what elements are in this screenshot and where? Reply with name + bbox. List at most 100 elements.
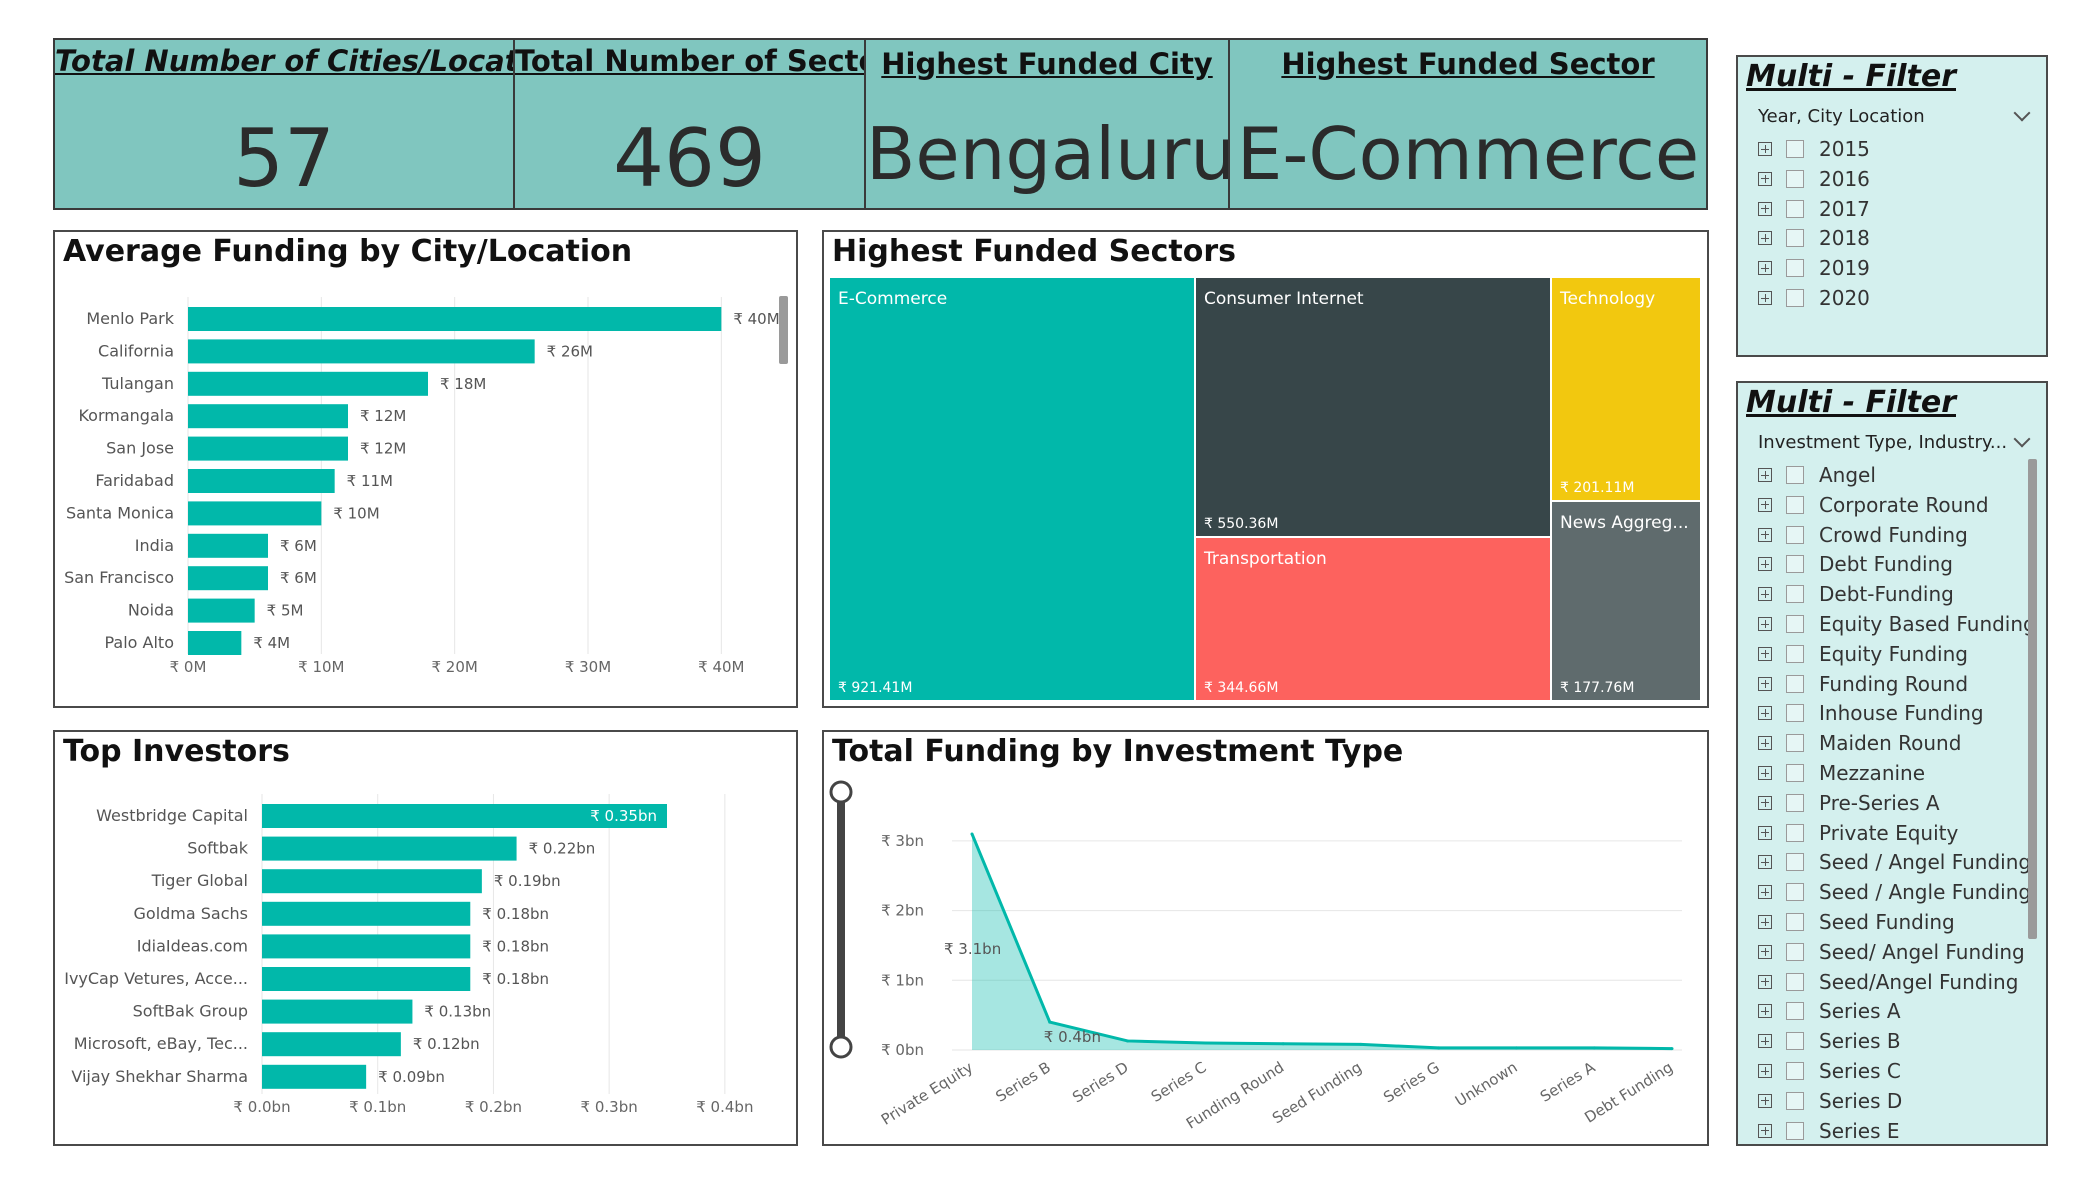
bar: [262, 836, 517, 861]
filter-item[interactable]: Pre-Series A: [1758, 788, 1940, 818]
checkbox[interactable]: [1786, 972, 1804, 991]
filter-item[interactable]: Angel: [1758, 460, 1876, 490]
filter-item[interactable]: Funding Round: [1758, 669, 1968, 699]
checkbox[interactable]: [1786, 615, 1804, 633]
checkbox[interactable]: [1786, 259, 1804, 278]
filter-item[interactable]: Series D: [1758, 1086, 1902, 1116]
chevron-down-icon[interactable]: [2013, 430, 2031, 448]
filter-item[interactable]: Maiden Round: [1758, 728, 1961, 758]
checkbox[interactable]: [1786, 793, 1804, 812]
expand-plus-icon[interactable]: [1758, 1064, 1772, 1078]
expand-plus-icon[interactable]: [1758, 766, 1772, 780]
expand-plus-icon[interactable]: [1758, 1123, 1772, 1138]
filter-item[interactable]: Equity Based Funding: [1758, 609, 2036, 639]
chevron-down-icon[interactable]: [2013, 104, 2031, 122]
filter-item[interactable]: Crowd Funding: [1758, 520, 1968, 550]
filter-item[interactable]: Debt Funding: [1758, 549, 1953, 579]
investment-type-chart[interactable]: ₹ 0bn ₹ 1bn ₹ 2bn ₹ 3bn ₹ 3.1bn Private Equit…: [824, 732, 1707, 1144]
expand-plus-icon[interactable]: [1758, 497, 1772, 512]
filter-item[interactable]: 2016: [1758, 164, 1870, 194]
expand-plus-icon[interactable]: [1758, 646, 1772, 661]
expand-plus-icon[interactable]: [1758, 617, 1772, 631]
expand-plus-icon[interactable]: [1758, 587, 1772, 602]
checkbox[interactable]: [1786, 1062, 1804, 1080]
expand-plus-icon[interactable]: [1758, 795, 1772, 810]
checkbox[interactable]: [1786, 823, 1804, 842]
filter-scrollbar[interactable]: [2028, 459, 2037, 939]
expand-plus-icon[interactable]: [1758, 1004, 1772, 1019]
checkbox[interactable]: [1786, 229, 1804, 248]
filter-item[interactable]: Seed / Angle Funding: [1758, 877, 2031, 907]
checkbox[interactable]: [1786, 1091, 1804, 1110]
expand-plus-icon[interactable]: [1758, 201, 1772, 216]
checkbox[interactable]: [1786, 674, 1804, 693]
expand-plus-icon[interactable]: [1758, 231, 1772, 246]
expand-plus-icon[interactable]: [1758, 974, 1772, 989]
filter-item[interactable]: Mezzanine: [1758, 758, 1925, 788]
expand-plus-icon[interactable]: [1758, 825, 1772, 840]
expand-plus-icon[interactable]: [1758, 855, 1772, 870]
checkbox[interactable]: [1786, 942, 1804, 961]
filter-item[interactable]: Seed/ Angel Funding: [1758, 937, 2025, 967]
checkbox[interactable]: [1786, 289, 1804, 307]
avg-funding-chart[interactable]: ₹ 0M ₹ 10M ₹ 20M ₹ 30M ₹ 40M Menlo Park ₹ 40M C…: [55, 232, 796, 706]
checkbox[interactable]: [1786, 525, 1804, 544]
chart-scrollbar[interactable]: [779, 296, 788, 364]
expand-plus-icon[interactable]: [1758, 944, 1772, 959]
expand-plus-icon[interactable]: [1758, 557, 1772, 572]
expand-plus-icon[interactable]: [1758, 885, 1772, 900]
filter-item-label: Seed/ Angel Funding: [1819, 939, 2025, 964]
filter-item[interactable]: 2015: [1758, 134, 1870, 164]
filter-field-dropdown[interactable]: Investment Type, Industry...: [1758, 432, 2007, 453]
filter-item[interactable]: Series C: [1758, 1056, 1901, 1086]
expand-plus-icon[interactable]: [1758, 468, 1772, 482]
expand-plus-icon[interactable]: [1758, 291, 1772, 305]
expand-plus-icon[interactable]: [1758, 142, 1772, 156]
expand-plus-icon[interactable]: [1758, 736, 1772, 751]
x-tick-label: Unknown: [1452, 1058, 1521, 1110]
checkbox[interactable]: [1786, 764, 1804, 782]
expand-plus-icon[interactable]: [1758, 706, 1772, 721]
filter-item[interactable]: 2018: [1758, 223, 1870, 253]
checkbox[interactable]: [1786, 140, 1804, 158]
checkbox[interactable]: [1786, 169, 1804, 188]
expand-plus-icon[interactable]: [1758, 527, 1772, 542]
filter-item[interactable]: Seed Funding: [1758, 907, 1955, 937]
checkbox[interactable]: [1786, 555, 1804, 574]
checkbox[interactable]: [1786, 883, 1804, 902]
sectors-treemap[interactable]: E-Commerce ₹ 921.41M Consumer Internet ₹ 55…: [824, 232, 1707, 706]
filter-item[interactable]: Series B: [1758, 1026, 1901, 1056]
checkbox[interactable]: [1786, 1002, 1804, 1021]
expand-plus-icon[interactable]: [1758, 1034, 1772, 1049]
filter-item[interactable]: 2019: [1758, 253, 1870, 283]
checkbox[interactable]: [1786, 1121, 1804, 1140]
filter-field-dropdown[interactable]: Year, City Location: [1758, 106, 1925, 127]
filter-item[interactable]: Corporate Round: [1758, 490, 1989, 520]
checkbox[interactable]: [1786, 199, 1804, 218]
expand-plus-icon[interactable]: [1758, 1093, 1772, 1108]
expand-plus-icon[interactable]: [1758, 676, 1772, 691]
checkbox[interactable]: [1786, 704, 1804, 723]
filter-item[interactable]: Debt-Funding: [1758, 579, 1954, 609]
filter-item[interactable]: Series A: [1758, 996, 1901, 1026]
filter-item[interactable]: Seed/Angel Funding: [1758, 967, 2018, 997]
filter-item[interactable]: 2017: [1758, 194, 1870, 224]
filter-item[interactable]: Inhouse Funding: [1758, 698, 1984, 728]
filter-item[interactable]: Equity Funding: [1758, 639, 1968, 669]
filter-item[interactable]: Private Equity: [1758, 818, 1958, 848]
checkbox[interactable]: [1786, 913, 1804, 931]
expand-plus-icon[interactable]: [1758, 261, 1772, 276]
checkbox[interactable]: [1786, 466, 1804, 484]
checkbox[interactable]: [1786, 734, 1804, 753]
filter-item[interactable]: Series E: [1758, 1116, 1900, 1144]
checkbox[interactable]: [1786, 644, 1804, 663]
checkbox[interactable]: [1786, 495, 1804, 514]
expand-plus-icon[interactable]: [1758, 915, 1772, 929]
investors-chart[interactable]: ₹ 0.0bn ₹ 0.1bn ₹ 0.2bn ₹ 0.3bn ₹ 0.4bn Westb…: [55, 732, 796, 1144]
expand-plus-icon[interactable]: [1758, 171, 1772, 186]
checkbox[interactable]: [1786, 853, 1804, 872]
checkbox[interactable]: [1786, 1032, 1804, 1051]
checkbox[interactable]: [1786, 585, 1804, 604]
filter-item[interactable]: 2020: [1758, 283, 1870, 313]
filter-item[interactable]: Seed / Angel Funding: [1758, 847, 2031, 877]
